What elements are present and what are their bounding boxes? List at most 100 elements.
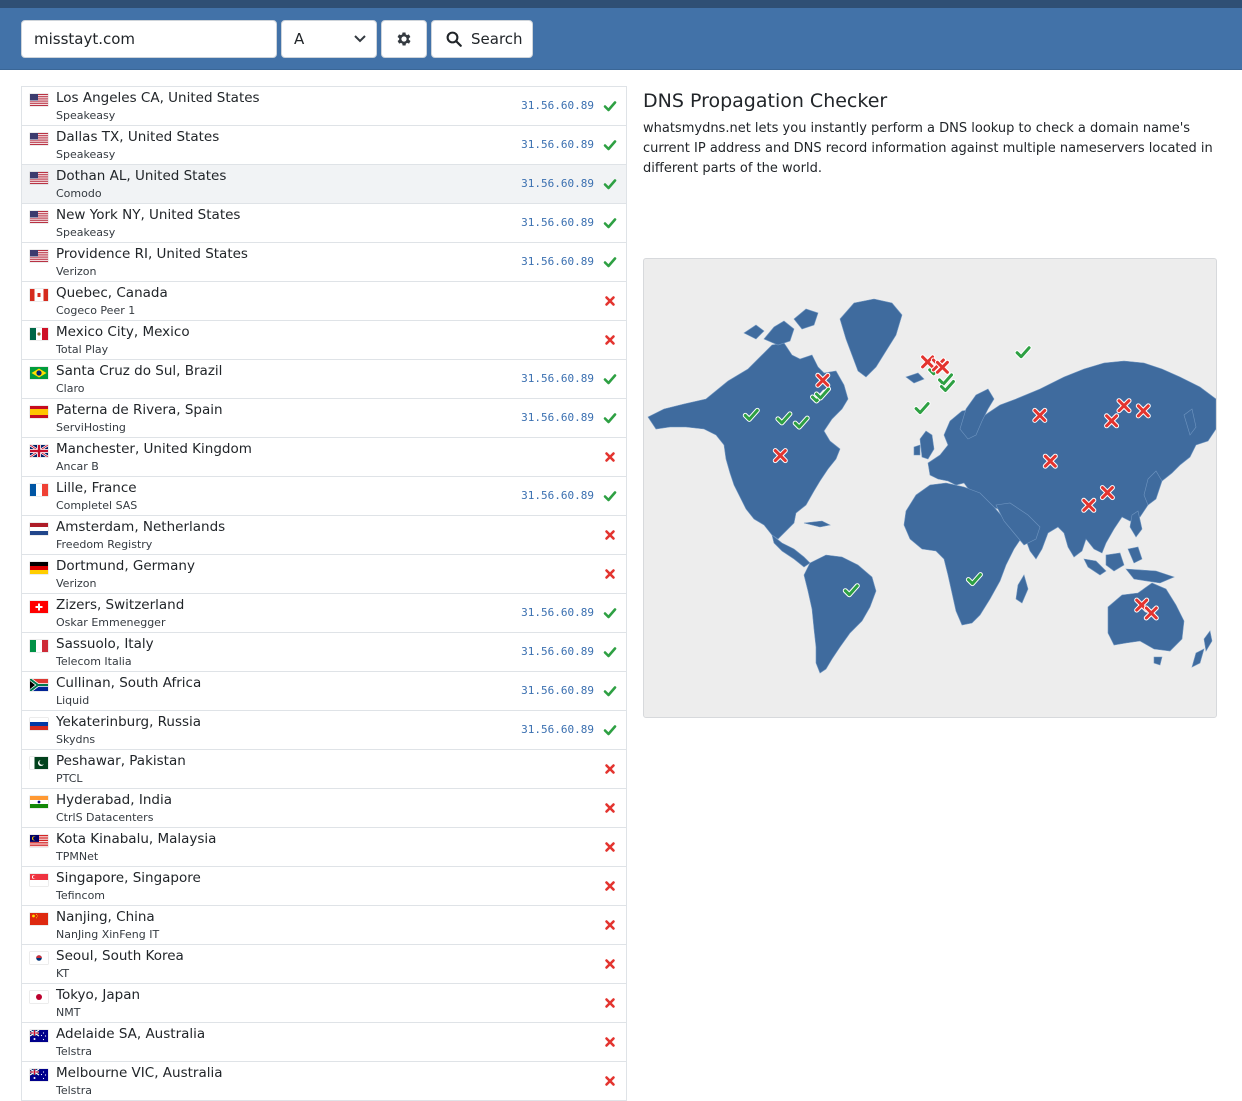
map-check-marker[interactable] [913,401,931,416]
result-location: Santa Cruz do Sul, Brazil [56,363,223,379]
result-row[interactable]: Zizers, Switzerland Oskar Emmenegger 31.56… [22,594,626,633]
result-provider: Telstra [56,1045,92,1058]
result-location: Dothan AL, United States [56,168,227,184]
result-location: Sassuolo, Italy [56,636,154,652]
world-map-svg [647,298,1216,674]
map-cross-marker[interactable] [1143,605,1159,621]
result-provider: Verizon [56,577,97,590]
result-provider: TPMNet [56,850,99,863]
map-cross-marker[interactable] [815,372,831,388]
jp-flag-icon [30,991,48,1003]
result-ip: 31.56.60.89 [521,411,594,424]
result-location: Lille, France [56,480,137,496]
map-cross-marker[interactable] [1135,403,1151,419]
result-row[interactable]: Hyderabad, India CtrlS Datacenters [22,789,626,828]
us-flag-icon [30,211,48,223]
result-row[interactable]: Peshawar, Pakistan PTCL [22,750,626,789]
result-row[interactable]: Quebec, Canada Cogeco Peer 1 [22,282,626,321]
cross-icon [603,332,617,346]
au-flag-icon [30,1030,48,1042]
result-provider: KT [56,967,70,980]
result-row[interactable]: Cullinan, South Africa Liquid 31.56.60.89 [22,672,626,711]
check-icon [603,215,617,229]
br-flag-icon [30,367,48,379]
result-ip: 31.56.60.89 [521,177,594,190]
check-icon [603,644,617,658]
map-cross-marker[interactable] [1032,407,1048,423]
map-cross-marker[interactable] [1116,398,1132,414]
record-type-value: A [294,30,305,48]
result-row[interactable]: Kota Kinabalu, Malaysia TPMNet [22,828,626,867]
result-row[interactable]: Providence RI, United States Verizon 31.56… [22,243,626,282]
cross-icon [603,995,617,1009]
us-flag-icon [30,250,48,262]
cross-icon [603,527,617,541]
result-row[interactable]: Seoul, South Korea KT [22,945,626,984]
result-row[interactable]: Manchester, United Kingdom Ancar B [22,438,626,477]
result-provider: Speakeasy [56,148,116,161]
check-icon [603,254,617,268]
de-flag-icon [30,562,48,574]
map-cross-marker[interactable] [1081,497,1097,513]
result-location: Melbourne VIC, Australia [56,1065,223,1081]
result-ip: 31.56.60.89 [521,255,594,268]
result-location: Los Angeles CA, United States [56,90,260,106]
result-provider: Telstra [56,1084,92,1097]
map-cross-marker[interactable] [1099,485,1115,501]
result-provider: Oskar Emmenegger [56,616,166,629]
check-icon [603,137,617,151]
result-location: Manchester, United Kingdom [56,441,252,457]
result-row[interactable]: Lille, France Completel SAS 31.56.60.89 [22,477,626,516]
result-provider: Liquid [56,694,90,707]
cross-icon [603,839,617,853]
result-row[interactable]: Dothan AL, United States Comodo 31.56.60.8… [22,165,626,204]
search-button[interactable]: Search [431,20,533,58]
result-row[interactable]: Dortmund, Germany Verizon [22,555,626,594]
result-row[interactable]: Tokyo, Japan NMT [22,984,626,1023]
result-row[interactable]: Adelaide SA, Australia Telstra [22,1023,626,1062]
result-row[interactable]: Paterna de Rivera, Spain ServiHosting 31.5… [22,399,626,438]
result-row[interactable]: Nanjing, China NanJing XinFeng IT [22,906,626,945]
result-row[interactable]: Singapore, Singapore Tefincom [22,867,626,906]
result-row[interactable]: Los Angeles CA, United States Speakeasy 31… [22,87,626,126]
it-flag-icon [30,640,48,652]
result-location: Adelaide SA, Australia [56,1026,206,1042]
map-check-marker[interactable] [1014,345,1032,360]
map-cross-marker[interactable] [772,448,788,464]
map-cross-marker[interactable] [1104,413,1120,429]
result-ip: 31.56.60.89 [521,684,594,697]
result-location: Amsterdam, Netherlands [56,519,226,535]
ru-flag-icon [30,718,48,730]
nl-flag-icon [30,523,48,535]
fr-flag-icon [30,484,48,496]
cross-icon [603,878,617,892]
result-location: Cullinan, South Africa [56,675,202,691]
map-cross-marker[interactable] [1042,453,1058,469]
map-cross-marker[interactable] [934,359,950,375]
map-cross-marker[interactable] [920,354,936,370]
result-row[interactable]: Melbourne VIC, Australia Telstra [22,1062,626,1101]
sg-flag-icon [30,874,48,886]
result-row[interactable]: Santa Cruz do Sul, Brazil Claro 31.56.60.8… [22,360,626,399]
cross-icon [603,800,617,814]
result-row[interactable]: Sassuolo, Italy Telecom Italia 31.56.60.89 [22,633,626,672]
result-provider: Freedom Registry [56,538,153,551]
result-row[interactable]: Amsterdam, Netherlands Freedom Registry [22,516,626,555]
result-row[interactable]: Mexico City, Mexico Total Play [22,321,626,360]
result-provider: Claro [56,382,85,395]
result-location: Hyderabad, India [56,792,172,808]
result-row[interactable]: Dallas TX, United States Speakeasy 31.56.6… [22,126,626,165]
result-location: Tokyo, Japan [56,987,141,1003]
settings-button[interactable] [381,20,427,58]
result-row[interactable]: New York NY, United States Speakeasy 31.56… [22,204,626,243]
domain-input[interactable] [21,20,277,58]
cross-icon [603,956,617,970]
result-ip: 31.56.60.89 [521,99,594,112]
result-location: Mexico City, Mexico [56,324,190,340]
result-provider: Cogeco Peer 1 [56,304,136,317]
results-list: Los Angeles CA, United States Speakeasy 31… [21,86,627,1101]
check-icon [603,98,617,112]
result-provider: Comodo [56,187,102,200]
result-row[interactable]: Yekaterinburg, Russia Skydns 31.56.60.89 [22,711,626,750]
record-type-select[interactable]: A [281,20,377,58]
